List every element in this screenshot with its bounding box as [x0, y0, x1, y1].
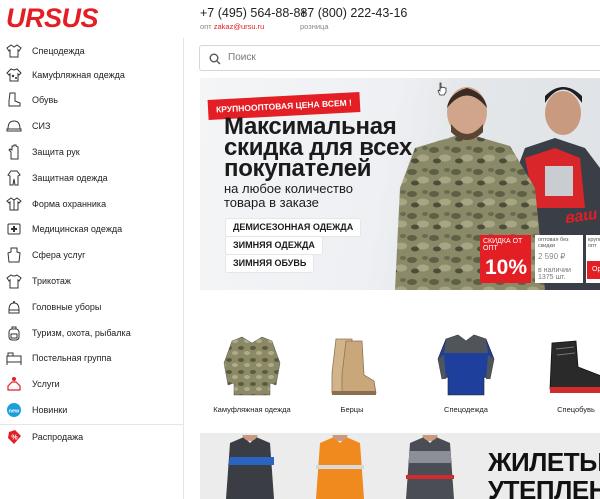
category-workwear[interactable]: Спецодежда	[416, 333, 516, 423]
banner-title-line: покупателей	[224, 155, 372, 182]
sale-tag-icon: %	[6, 429, 22, 445]
sidebar-item-label: Медицинская одежда	[32, 223, 123, 234]
pill-demi-season[interactable]: ДЕМИСЕЗОННАЯ ОДЕЖДА	[226, 219, 361, 236]
banner-title: Максимальная скидка для всех покупателей	[224, 115, 412, 182]
wholesale-email-line: опт zakaz@ursu.ru	[200, 22, 264, 31]
glove-icon	[6, 144, 22, 160]
hand-cursor-icon	[437, 82, 447, 96]
category-camo[interactable]: Камуфляжная одежда	[202, 333, 302, 423]
sidebar-item-services[interactable]: Услуги	[0, 371, 183, 396]
header: URSUS +7 (495) 564-88-88 опт zakaz@ursu.…	[0, 0, 600, 38]
sidebar-item-footwear[interactable]: Обувь	[0, 87, 183, 112]
price-caption-bulk: крупный опт	[588, 237, 600, 249]
sidebar-item-label: Спецодежда	[32, 45, 85, 56]
coverall-icon	[6, 170, 22, 186]
safety-shoe-image	[549, 340, 600, 393]
service-icon	[6, 376, 22, 392]
vest-promo-banner[interactable]: ЖИЛЕТЫ УТЕПЛЕНН	[200, 433, 600, 499]
sidebar-item-ppe[interactable]: СИЗ	[0, 113, 183, 138]
category-label: Спецодежда	[444, 405, 488, 414]
sidebar-item-security[interactable]: Форма охранника	[0, 191, 183, 216]
stock-count: в наличии 1375 шт.	[538, 267, 571, 281]
sidebar-item-label: Новинки	[32, 404, 68, 415]
uniform-icon	[6, 196, 22, 212]
order-button[interactable]: Ор	[587, 261, 600, 279]
sidebar-item-headwear[interactable]: Головные уборы	[0, 294, 183, 319]
boots-image	[331, 338, 377, 395]
wholesale-phone[interactable]: +7 (495) 564-88-88	[200, 6, 307, 20]
banner-subtitle-line: на любое количество	[224, 181, 353, 196]
search-icon	[209, 52, 221, 70]
vest-promo-title-line: УТЕПЛЕНН	[488, 475, 600, 499]
vest-promo-title-line: ЖИЛЕТЫ	[488, 447, 600, 477]
retail-phone[interactable]: +7 (800) 222-43-16	[300, 6, 407, 20]
sidebar-item-label: Распродажа	[32, 431, 84, 442]
sidebar-item-workwear[interactable]: Спецодежда	[0, 38, 183, 63]
sidebar-item-label: Сфера услуг	[32, 249, 86, 260]
sidebar-item-label: Головные уборы	[32, 301, 102, 312]
pill-winter-shoes[interactable]: ЗИМНЯЯ ОБУВЬ	[226, 255, 314, 272]
apron-icon	[6, 247, 22, 263]
category-sidebar: Спецодежда Камуфляжная одежда Обувь СИЗ …	[0, 38, 184, 499]
wholesale-email-link[interactable]: zakaz@ursu.ru	[214, 22, 265, 31]
banner-subtitle-line: товара в заказе	[224, 195, 319, 210]
camo-jacket-image	[223, 336, 281, 396]
sidebar-item-bedding[interactable]: Постельная группа	[0, 345, 183, 370]
sidebar-item-label: Защита рук	[32, 146, 80, 157]
jacket-icon	[6, 43, 22, 59]
camo-shirt-icon	[6, 67, 22, 83]
cap-icon	[6, 299, 22, 315]
category-label: Спецобувь	[557, 405, 595, 414]
medical-coat-icon	[6, 221, 22, 237]
sidebar-item-service[interactable]: Сфера услуг	[0, 242, 183, 267]
pill-winter-clothes[interactable]: ЗИМНЯЯ ОДЕЖДА	[226, 237, 322, 254]
tshirt-icon	[6, 273, 22, 289]
sidebar-item-label: Защитная одежда	[32, 172, 108, 183]
sidebar-item-label: Постельная группа	[32, 352, 112, 363]
sidebar-item-camo[interactable]: Камуфляжная одежда	[0, 62, 183, 87]
banner-subtitle: на любое количество товара в заказе	[224, 182, 353, 210]
category-safety-shoes[interactable]: Спецобувь	[526, 333, 600, 423]
vests-image	[226, 435, 454, 499]
svg-text:new: new	[9, 408, 20, 414]
price-card: оптовая без скидки 2 590 ₽ в наличии 137…	[535, 235, 583, 283]
promo-banner[interactable]: КРУПНООПТОВАЯ ЦЕНА ВСЕМ ! Максимальная с…	[200, 78, 600, 290]
boot-icon	[6, 92, 22, 108]
sidebar-item-label: Трикотаж	[32, 275, 71, 286]
search-placeholder: Поиск	[228, 52, 256, 63]
sidebar-item-sale[interactable]: % Распродажа	[0, 424, 183, 449]
price-caption: оптовая без скидки	[538, 237, 569, 249]
sidebar-item-label: Услуги	[32, 378, 60, 389]
sidebar-item-label: Обувь	[32, 94, 58, 105]
backpack-icon	[6, 325, 22, 341]
helmet-icon	[6, 118, 22, 134]
sidebar-item-hand-protection[interactable]: Защита рук	[0, 139, 183, 164]
category-boots[interactable]: Берцы	[302, 333, 402, 423]
sidebar-item-label: Камуфляжная одежда	[32, 69, 125, 80]
ursus-logo[interactable]: URSUS	[6, 3, 99, 34]
sidebar-item-new[interactable]: new Новинки	[0, 397, 183, 422]
sidebar-item-label: Форма охранника	[32, 198, 107, 209]
sidebar-item-knitwear[interactable]: Трикотаж	[0, 268, 183, 293]
bedding-icon	[6, 350, 22, 366]
svg-text:%: %	[11, 434, 18, 441]
price-value: 2 590 ₽	[538, 252, 566, 261]
sidebar-item-medical[interactable]: Медицинская одежда	[0, 216, 183, 241]
search-input[interactable]: Поиск	[199, 45, 600, 71]
sidebar-item-label: СИЗ	[32, 120, 51, 131]
discount-badge-caption: СКИДКА ОТ ОПТ	[483, 238, 523, 252]
category-label: Берцы	[340, 405, 364, 414]
sidebar-item-tourism[interactable]: Туризм, охота, рыбалка	[0, 320, 183, 345]
workwear-image	[437, 334, 495, 396]
sidebar-item-protective[interactable]: Защитная одежда	[0, 165, 183, 190]
category-label: Камуфляжная одежда	[213, 405, 291, 414]
vest-promo-title: ЖИЛЕТЫ УТЕПЛЕНН	[488, 448, 600, 499]
page: URSUS +7 (495) 564-88-88 опт zakaz@ursu.…	[0, 0, 600, 499]
new-badge-icon: new	[6, 402, 22, 418]
wholesale-email-prefix: опт	[200, 22, 214, 31]
sidebar-item-label: Туризм, охота, рыбалка	[32, 327, 131, 338]
discount-badge: СКИДКА ОТ ОПТ 10%	[480, 235, 531, 283]
discount-badge-value: 10%	[485, 256, 528, 279]
retail-label: розница	[300, 22, 329, 31]
